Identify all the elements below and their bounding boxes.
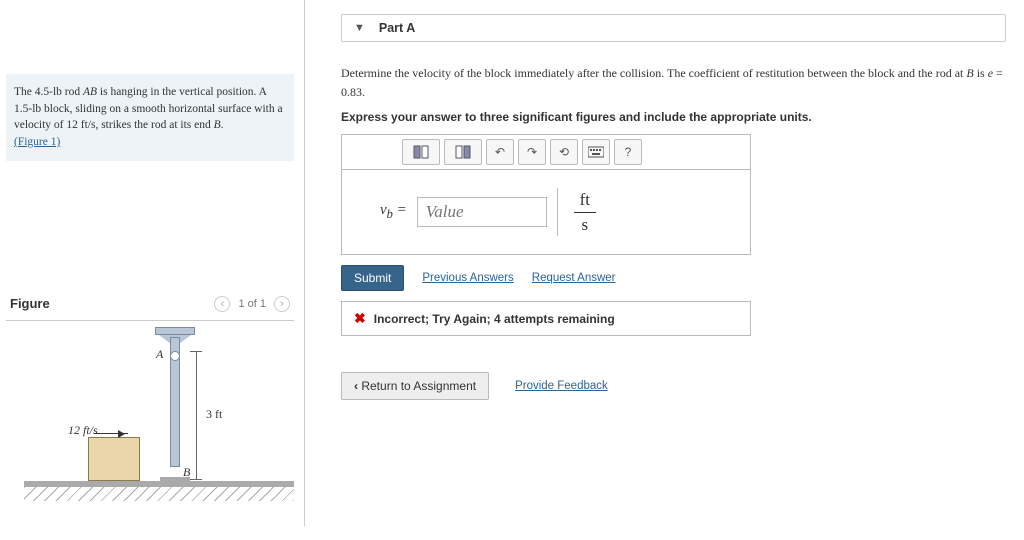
answer-input[interactable]: [417, 197, 547, 227]
fraction-line-icon: [574, 212, 596, 213]
question-mid: is: [974, 66, 988, 80]
figure-counter: 1 of 1: [238, 298, 266, 310]
answer-units[interactable]: ft s: [557, 188, 612, 236]
figure-link[interactable]: (Figure 1): [14, 136, 60, 148]
unit-top: ft: [580, 190, 590, 210]
problem-ab: AB: [83, 86, 97, 98]
previous-answers-link[interactable]: Previous Answers: [422, 272, 513, 284]
figure-header: Figure ‹ 1 of 1 ›: [6, 296, 294, 312]
unit-bot: s: [581, 215, 588, 235]
velocity-label: 12 ft/s: [68, 423, 98, 438]
answer-variable: vb =: [380, 202, 407, 222]
pin-a: [170, 351, 180, 361]
feedback-box: ✖ Incorrect; Try Again; 4 attempts remai…: [341, 301, 751, 336]
reset-icon[interactable]: ⟲: [550, 139, 578, 165]
template-1-icon[interactable]: [402, 139, 440, 165]
ground-hatch: [24, 487, 294, 501]
answer-instructions: Express your answer to three significant…: [341, 110, 1006, 124]
label-a: A: [156, 347, 163, 362]
figure-prev-button[interactable]: ‹: [214, 296, 230, 312]
submit-row: Submit Previous Answers Request Answer: [341, 265, 1006, 291]
label-b: B: [183, 465, 190, 480]
figure-nav: ‹ 1 of 1 ›: [214, 296, 290, 312]
incorrect-icon: ✖: [354, 310, 366, 327]
collapse-icon: ▼: [354, 22, 365, 34]
redo-icon[interactable]: ↷: [518, 139, 546, 165]
block: [88, 437, 140, 481]
answer-toolbar: ↶ ↷ ⟲ ?: [342, 135, 750, 170]
return-button[interactable]: Return to Assignment: [341, 372, 489, 400]
request-answer-link[interactable]: Request Answer: [532, 272, 616, 284]
problem-statement: The 4.5-lb rod AB is hanging in the vert…: [6, 74, 294, 161]
figure-canvas: A B 12 ft/s 3 ft: [6, 320, 294, 540]
rod-top: [155, 327, 195, 335]
footer-row: Return to Assignment Provide Feedback: [341, 372, 1006, 400]
help-icon[interactable]: ?: [614, 139, 642, 165]
problem-text-1: The 4.5-lb rod: [14, 86, 83, 98]
question-point-b: B: [966, 66, 973, 80]
question-text: Determine the velocity of the block imme…: [341, 64, 1006, 102]
question-prefix: Determine the velocity of the block imme…: [341, 66, 966, 80]
keyboard-icon[interactable]: [582, 139, 610, 165]
feedback-text: Incorrect; Try Again; 4 attempts remaini…: [374, 312, 615, 326]
answer-box: ↶ ↷ ⟲ ? vb = ft s: [341, 134, 751, 255]
answer-row: vb = ft s: [342, 170, 750, 254]
length-label: 3 ft: [206, 407, 222, 422]
provide-feedback-link[interactable]: Provide Feedback: [515, 380, 608, 392]
undo-icon[interactable]: ↶: [486, 139, 514, 165]
dim-bar: [196, 351, 197, 479]
left-column: The 4.5-lb rod AB is hanging in the vert…: [0, 0, 305, 526]
part-header[interactable]: ▼ Part A: [341, 14, 1006, 42]
velocity-arrow-icon: [94, 433, 128, 434]
template-2-icon[interactable]: [444, 139, 482, 165]
problem-b: B: [214, 119, 221, 131]
part-label: Part A: [379, 21, 415, 35]
submit-button[interactable]: Submit: [341, 265, 404, 291]
dim-tick-top: [190, 351, 202, 352]
problem-text-3: .: [221, 119, 224, 131]
right-column: ▼ Part A Determine the velocity of the b…: [305, 0, 1024, 526]
dim-tick-bot: [190, 479, 202, 480]
figure-title: Figure: [10, 296, 50, 311]
figure-next-button[interactable]: ›: [274, 296, 290, 312]
